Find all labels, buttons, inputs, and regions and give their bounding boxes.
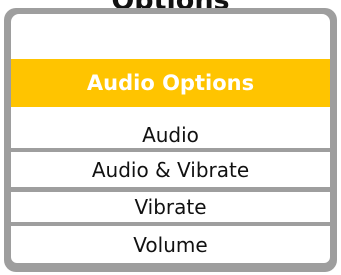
menu-item-volume[interactable]: Volume — [11, 226, 330, 263]
menu-top-spacer — [11, 14, 330, 59]
menu-item-audio-and-vibrate[interactable]: Audio & Vibrate — [11, 152, 330, 187]
audio-options-menu: Audio Options Audio Audio & Vibrate Vibr… — [4, 8, 337, 272]
menu-title: Audio Options — [11, 59, 330, 107]
menu-item-audio[interactable]: Audio — [11, 121, 330, 148]
screen: Options Audio Options Audio Audio & Vibr… — [0, 0, 341, 275]
menu-spacer — [11, 107, 330, 121]
menu-item-vibrate[interactable]: Vibrate — [11, 192, 330, 222]
